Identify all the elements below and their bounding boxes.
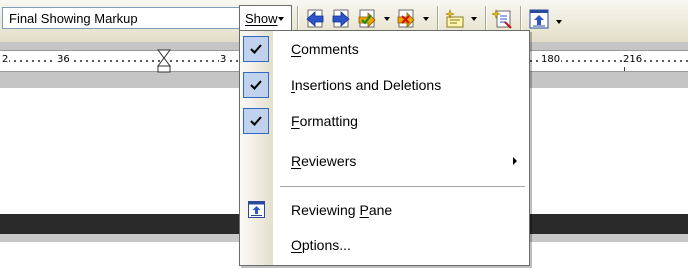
toolbar-separator [520, 6, 522, 32]
reviewing-pane-icon [248, 201, 265, 218]
menu-item-label: Comments [291, 41, 359, 57]
menu-item-options[interactable]: Options... [240, 228, 529, 262]
next-change-icon[interactable] [330, 8, 352, 30]
submenu-arrow-icon [513, 157, 517, 165]
show-button-label: Show [245, 11, 278, 26]
accept-change-icon[interactable] [356, 8, 378, 30]
toolbar-separator [437, 6, 439, 32]
display-mode-dropdown[interactable]: Final Showing Markup [2, 7, 270, 29]
display-mode-value: Final Showing Markup [9, 11, 138, 26]
indent-marker-icon[interactable] [157, 49, 171, 73]
track-changes-icon[interactable] [492, 8, 514, 30]
ruler-number: 36 [56, 54, 71, 65]
ruler-number: 216 [622, 54, 644, 65]
toolbar-separator [485, 6, 487, 32]
chevron-down-icon[interactable] [384, 17, 390, 21]
ruler-tick [624, 67, 625, 71]
new-comment-icon[interactable] [444, 8, 466, 30]
checkmark-icon [243, 108, 269, 134]
ruler-number: 2 [1, 54, 10, 65]
checkmark-icon [243, 72, 269, 98]
checkmark-icon [243, 36, 269, 62]
menu-item-label: Reviewing Pane [291, 202, 393, 218]
menu-item-reviewing-pane[interactable]: Reviewing Pane [240, 193, 529, 227]
ruler-number: 180 [540, 54, 562, 65]
menu-item-label: Formatting [291, 113, 358, 129]
ruler-number: 3 [219, 54, 228, 65]
show-button[interactable]: Show [239, 5, 292, 31]
chevron-down-icon [278, 17, 284, 21]
menu-item-insertions-and-deletions[interactable]: Insertions and Deletions [240, 68, 529, 102]
chevron-down-icon[interactable] [423, 17, 429, 21]
reviewing-pane-icon[interactable] [528, 8, 550, 30]
menu-item-label: Insertions and Deletions [291, 77, 442, 93]
previous-change-icon[interactable] [304, 8, 326, 30]
menu-item-comments[interactable]: Comments [240, 32, 529, 66]
show-menu: Comments Insertions and Deletions Format… [239, 30, 530, 266]
menu-item-formatting[interactable]: Formatting [240, 104, 529, 138]
menu-item-label: Reviewers [291, 153, 357, 169]
menu-item-reviewers[interactable]: Reviewers [240, 144, 529, 178]
chevron-down-icon[interactable] [556, 20, 562, 24]
menu-item-label: Options... [291, 237, 351, 253]
toolbar-separator [297, 6, 299, 32]
reject-change-icon[interactable] [395, 8, 417, 30]
chevron-down-icon[interactable] [471, 17, 477, 21]
menu-separator [280, 186, 525, 187]
